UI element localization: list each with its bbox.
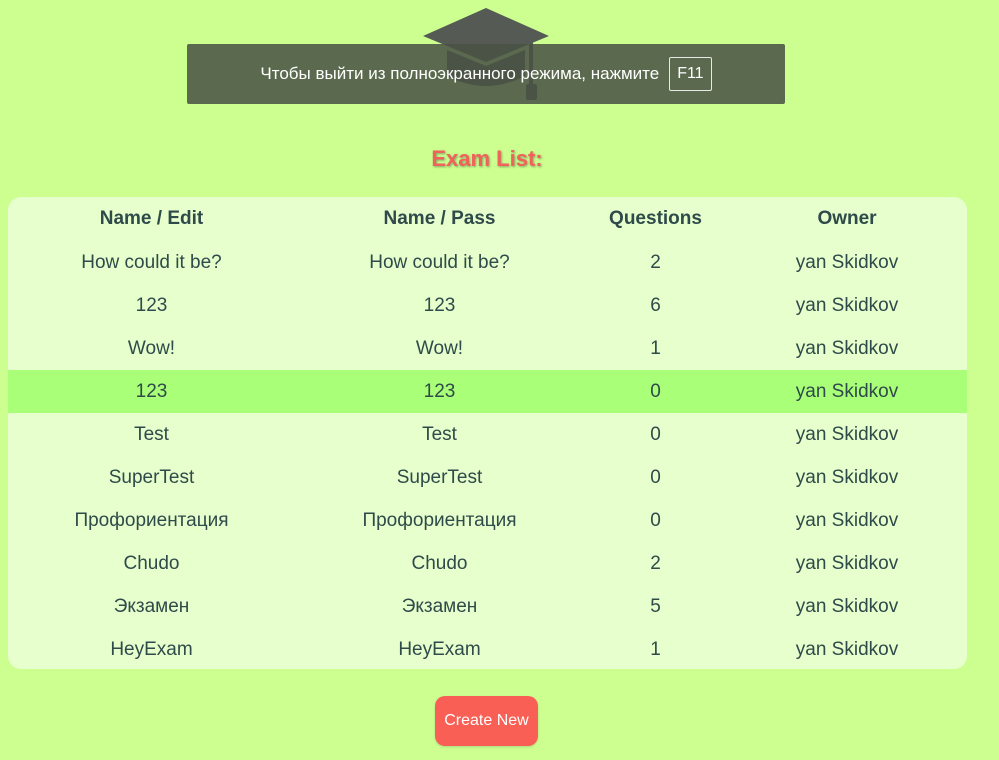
table-row[interactable]: Test Test 0 yan Skidkov [8,413,967,456]
f11-key-badge: F11 [669,57,712,91]
exam-edit-link[interactable]: Экзамен [8,585,295,628]
exam-pass-link[interactable]: 123 [295,284,584,327]
fullscreen-exit-notice: Чтобы выйти из полноэкранного режима, на… [187,44,785,104]
column-header-questions: Questions [609,208,702,229]
exam-pass-link[interactable]: Test [295,413,584,456]
exam-list-table: Name / Edit Name / Pass Questions Owner … [8,197,967,669]
question-count: 0 [650,466,661,488]
question-count: 2 [650,552,661,574]
table-row[interactable]: Chudo Chudo 2 yan Skidkov [8,542,967,585]
exam-edit-link[interactable]: 123 [8,284,295,327]
question-count: 1 [650,638,661,660]
exam-pass-link[interactable]: SuperTest [295,456,584,499]
owner-name: yan Skidkov [795,466,899,488]
table-row[interactable]: SuperTest SuperTest 0 yan Skidkov [8,456,967,499]
owner-name: yan Skidkov [795,509,899,531]
exam-edit-link[interactable]: HeyExam [8,628,295,669]
exam-pass-link[interactable]: 123 [295,370,584,413]
question-count: 1 [650,337,661,359]
exam-edit-link[interactable]: Профориентация [8,499,295,542]
exam-pass-link[interactable]: Wow! [295,327,584,370]
table-row-hovered[interactable]: 123 123 0 yan Skidkov [8,370,967,413]
question-count: 0 [584,370,727,413]
fullscreen-notice-text: Чтобы выйти из полноэкранного режима, на… [260,64,660,83]
column-header-owner: Owner [817,208,877,229]
exam-edit-link[interactable]: Test [8,413,295,456]
question-count: 6 [650,294,661,316]
question-count: 0 [650,423,661,445]
exam-pass-link[interactable]: Профориентация [295,499,584,542]
exam-edit-link[interactable]: Wow! [8,327,295,370]
question-count: 2 [650,251,661,273]
exam-edit-link[interactable]: How could it be? [8,241,295,284]
column-header-name-edit: Name / Edit [99,208,204,229]
owner-name: yan Skidkov [795,552,899,574]
question-count: 5 [650,595,661,617]
owner-name: yan Skidkov [795,638,899,660]
table-row[interactable]: Wow! Wow! 1 yan Skidkov [8,327,967,370]
exam-edit-link[interactable]: Chudo [8,542,295,585]
exam-pass-link[interactable]: Экзамен [295,585,584,628]
exam-pass-link[interactable]: HeyExam [295,628,584,669]
exam-edit-link[interactable]: 123 [8,370,295,413]
question-count: 0 [650,509,661,531]
owner-name: yan Skidkov [795,294,899,316]
table-row[interactable]: 123 123 6 yan Skidkov [8,284,967,327]
table-row[interactable]: How could it be? How could it be? 2 yan … [8,241,967,284]
owner-name: yan Skidkov [795,337,899,359]
table-row[interactable]: HeyExam HeyExam 1 yan Skidkov [8,628,967,669]
owner-name: yan Skidkov [727,370,967,413]
table-row[interactable]: Профориентация Профориентация 0 yan Skid… [8,499,967,542]
table-header-row: Name / Edit Name / Pass Questions Owner [8,197,967,241]
owner-name: yan Skidkov [795,251,899,273]
table-row[interactable]: Экзамен Экзамен 5 yan Skidkov [8,585,967,628]
column-header-name-pass: Name / Pass [383,208,496,229]
create-new-button[interactable]: Create New [435,696,538,746]
exam-edit-link[interactable]: SuperTest [8,456,295,499]
exam-pass-link[interactable]: How could it be? [295,241,584,284]
exam-pass-link[interactable]: Chudo [295,542,584,585]
owner-name: yan Skidkov [795,595,899,617]
page-title: Exam List: [431,146,543,171]
owner-name: yan Skidkov [795,423,899,445]
